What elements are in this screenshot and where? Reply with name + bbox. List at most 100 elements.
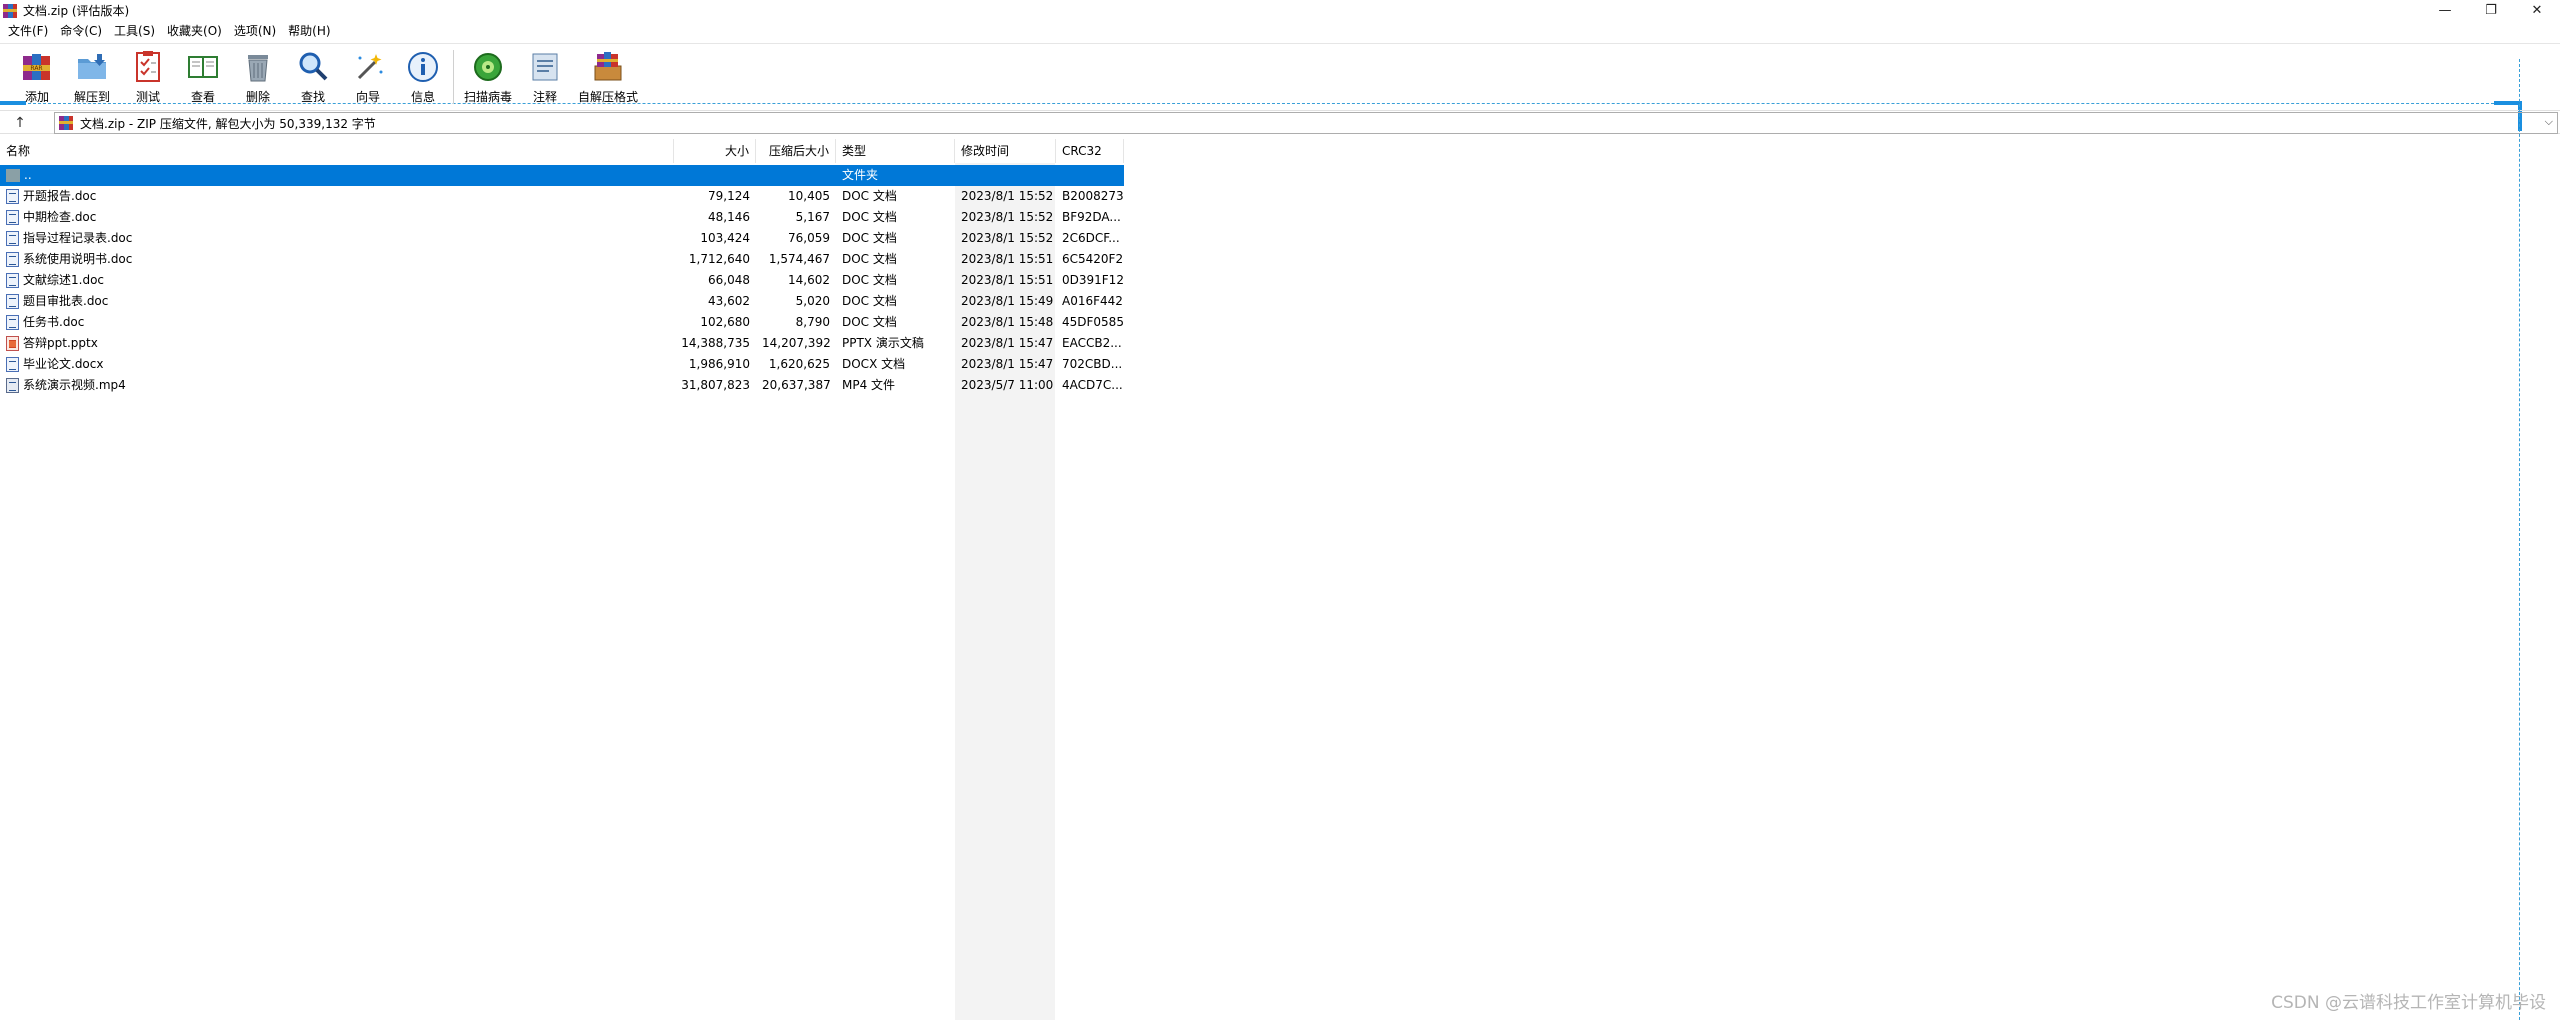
table-row[interactable]: .. 文件夹	[0, 165, 1124, 186]
cell-size: 31,807,823	[681, 378, 750, 392]
cell-modified: 2023/8/1 15:49	[961, 294, 1054, 308]
cell-type: MP4 文件	[842, 378, 896, 392]
table-row[interactable]: 文献综述1.doc 66,048 14,602 DOC 文档 2023/8/1 15:5…	[0, 270, 1124, 291]
file-name: 答辩ppt.pptx	[23, 336, 98, 350]
column-type[interactable]: 类型	[836, 139, 955, 163]
table-row[interactable]: 中期检查.doc 48,146 5,167 DOC 文档 2023/8/1 15:52 B…	[0, 207, 1124, 228]
window-title: 文档.zip (评估版本)	[23, 4, 130, 18]
table-row[interactable]: 任务书.doc 102,680 8,790 DOC 文档 2023/8/1 15:48 4…	[0, 312, 1124, 333]
doc-file-icon	[6, 252, 19, 267]
cell-type: DOCX 文档	[842, 357, 906, 371]
cell-crc32	[1056, 165, 1124, 186]
column-size[interactable]: 大小	[674, 139, 756, 163]
table-row[interactable]: 系统演示视频.mp4 31,807,823 20,637,387 MP4 文件 2023…	[0, 375, 1124, 396]
table-row[interactable]: 题目审批表.doc 43,602 5,020 DOC 文档 2023/8/1 15:49…	[0, 291, 1124, 312]
cell-packed-size: 20,637,387	[762, 378, 831, 392]
menu-tools[interactable]: 工具(S)	[108, 21, 161, 42]
menu-help[interactable]: 帮助(H)	[282, 21, 336, 42]
cell-modified	[955, 165, 1056, 186]
delete-button[interactable]: 删除	[230, 48, 286, 106]
add-button[interactable]: RAR 添加	[9, 48, 65, 106]
cell-name: ..	[0, 165, 674, 186]
file-name: 文献综述1.doc	[23, 273, 105, 287]
test-button[interactable]: 测试	[120, 48, 176, 106]
doc-file-icon	[6, 231, 19, 246]
comment-button[interactable]: 注释	[517, 48, 573, 106]
cell-name: 毕业论文.docx	[0, 354, 674, 375]
folder-file-icon	[6, 169, 20, 182]
cell-type: PPTX 演示文稿	[842, 336, 924, 350]
address-path: 文档.zip - ZIP 压缩文件, 解包大小为 50,339,132 字节	[80, 116, 376, 131]
title-bar: 文档.zip (评估版本) — ❐ ✕	[0, 0, 2560, 21]
menu-commands[interactable]: 命令(C)	[54, 21, 108, 42]
minimize-button[interactable]: —	[2422, 0, 2468, 21]
extract-to-button[interactable]: 解压到	[64, 48, 120, 106]
menu-options[interactable]: 选项(N)	[228, 21, 282, 42]
mp4-file-icon	[6, 378, 19, 393]
table-row[interactable]: 指导过程记录表.doc 103,424 76,059 DOC 文档 2023/8/1 1…	[0, 228, 1124, 249]
cell-type: DOC 文档	[842, 273, 897, 287]
close-button[interactable]: ✕	[2514, 0, 2560, 21]
trash-icon	[241, 50, 275, 84]
cell-crc32: BF92DA...	[1062, 210, 1121, 224]
info-button[interactable]: 信息	[395, 48, 451, 106]
file-name: 指导过程记录表.doc	[23, 231, 133, 245]
view-label: 查看	[190, 90, 215, 104]
address-row: ↑ 文档.zip - ZIP 压缩文件, 解包大小为 50,339,132 字节…	[0, 110, 2560, 134]
find-button[interactable]: 查找	[285, 48, 341, 106]
file-name: 系统使用说明书.doc	[23, 252, 133, 266]
sfx-button[interactable]: 自解压格式	[578, 48, 639, 106]
file-name: 毕业论文.docx	[23, 357, 104, 371]
file-rows: .. 文件夹 开题报告.doc 79,124 10,405 DOC 文档 2023/8/1 …	[0, 165, 1124, 396]
add-label: 添加	[24, 90, 49, 104]
menu-favorites[interactable]: 收藏夹(O)	[161, 21, 228, 42]
table-row[interactable]: 开题报告.doc 79,124 10,405 DOC 文档 2023/8/1 15:52…	[0, 186, 1124, 207]
cell-type: DOC 文档	[842, 315, 897, 329]
cell-packed-size: 5,020	[795, 294, 830, 308]
doc-file-icon	[6, 273, 19, 288]
capture-dashed-border	[2519, 59, 2520, 1020]
chevron-down-icon[interactable]: ⌵	[2545, 115, 2553, 129]
cell-crc32: 2C6DCF...	[1062, 231, 1120, 245]
winrar-app-icon	[2, 3, 18, 19]
cell-modified: 2023/8/1 15:52	[961, 189, 1054, 203]
table-row[interactable]: 毕业论文.docx 1,986,910 1,620,625 DOCX 文档 2023/8…	[0, 354, 1124, 375]
table-row[interactable]: 答辩ppt.pptx 14,388,735 14,207,392 PPTX 演示文稿 2…	[0, 333, 1124, 354]
pptx-file-icon	[6, 336, 19, 351]
view-button[interactable]: 查看	[175, 48, 231, 106]
info-label: 信息	[410, 90, 435, 104]
cell-crc32: 45DF0585	[1062, 315, 1124, 329]
up-arrow-icon[interactable]: ↑	[10, 113, 30, 133]
cell-modified: 2023/8/1 15:52	[961, 210, 1054, 224]
cell-size: 79,124	[708, 189, 750, 203]
file-name: 开题报告.doc	[23, 189, 97, 203]
menu-file[interactable]: 文件(F)	[2, 21, 54, 42]
delete-label: 删除	[245, 90, 270, 104]
cell-name: 任务书.doc	[0, 312, 674, 333]
column-crc32[interactable]: CRC32	[1056, 139, 1124, 163]
cell-crc32: 702CBD...	[1062, 357, 1123, 371]
sfx-label: 自解压格式	[578, 90, 639, 104]
restore-button[interactable]: ❐	[2468, 0, 2514, 21]
sfx-archive-icon	[591, 50, 625, 84]
svg-text:RAR: RAR	[30, 65, 42, 72]
wizard-button[interactable]: 向导	[340, 48, 396, 106]
cell-crc32: A016F442	[1062, 294, 1123, 308]
info-icon	[406, 50, 440, 84]
cell-modified: 2023/8/1 15:51	[961, 273, 1054, 287]
rar-books-icon: RAR	[20, 50, 54, 84]
table-row[interactable]: 系统使用说明书.doc 1,712,640 1,574,467 DOC 文档 2023/…	[0, 249, 1124, 270]
column-name[interactable]: 名称	[0, 139, 674, 163]
comment-icon	[528, 50, 562, 84]
virus-scan-icon	[471, 50, 505, 84]
cell-modified: 2023/8/1 15:52	[961, 231, 1054, 245]
magnifier-icon	[296, 50, 330, 84]
comment-label: 注释	[532, 90, 557, 104]
address-bar[interactable]: 文档.zip - ZIP 压缩文件, 解包大小为 50,339,132 字节 ⌵	[54, 112, 2558, 134]
doc-file-icon	[6, 315, 19, 330]
cell-packed-size: 14,207,392	[762, 336, 831, 350]
column-packed-size[interactable]: 压缩后大小	[756, 139, 836, 163]
virus-scan-button[interactable]: 扫描病毒	[460, 48, 516, 106]
file-list: 名称 大小 压缩后大小 类型 修改时间 CRC32 .. 文件夹开题报告.doc 7…	[0, 139, 2520, 1020]
column-modified[interactable]: 修改时间	[955, 139, 1056, 163]
